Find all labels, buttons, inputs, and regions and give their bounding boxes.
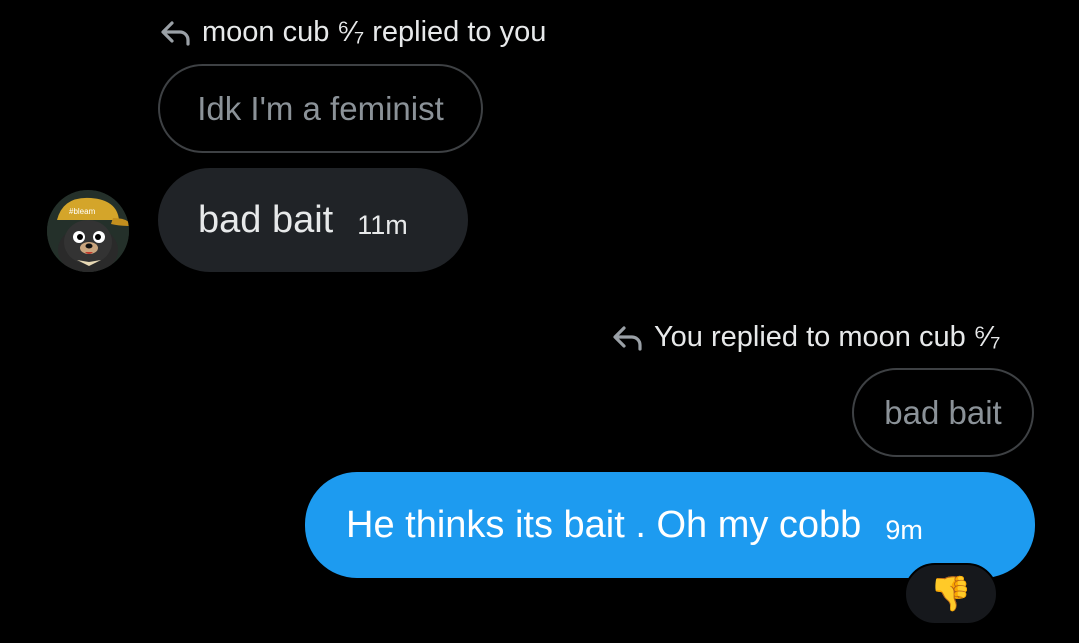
- incoming-message-time: 11m: [357, 209, 408, 240]
- outgoing-message-bubble[interactable]: He thinks its bait . Oh my cobb 9m: [305, 472, 1035, 578]
- outgoing-quoted-message[interactable]: bad bait: [852, 368, 1034, 457]
- incoming-reply-header-text: moon cub ⁶⁄₇ replied to you: [202, 16, 547, 48]
- bear-avatar-icon: #bleam: [47, 190, 129, 272]
- outgoing-message-text: He thinks its bait . Oh my cobb: [346, 503, 862, 546]
- avatar-badge: #bleam: [69, 207, 96, 216]
- outgoing-reply-header: You replied to moon cub ⁶⁄₇: [612, 321, 1001, 354]
- reply-arrow-icon: [612, 325, 644, 351]
- incoming-message-bubble[interactable]: bad bait 11m: [158, 168, 468, 272]
- incoming-quoted-message[interactable]: Idk I'm a feminist: [158, 64, 483, 153]
- outgoing-message-time: 9m: [885, 514, 923, 545]
- outgoing-quoted-text: bad bait: [884, 393, 1002, 431]
- thumbs-down-reaction[interactable]: 👎: [904, 563, 998, 625]
- thumbs-down-icon: 👎: [929, 575, 973, 613]
- incoming-quoted-text: Idk I'm a feminist: [197, 89, 444, 127]
- outgoing-reply-header-text: You replied to moon cub ⁶⁄₇: [654, 321, 1001, 353]
- reply-arrow-icon: [160, 20, 192, 46]
- incoming-reply-header: moon cub ⁶⁄₇ replied to you: [160, 16, 546, 49]
- avatar[interactable]: #bleam: [47, 190, 129, 272]
- incoming-message-text: bad bait: [198, 198, 334, 241]
